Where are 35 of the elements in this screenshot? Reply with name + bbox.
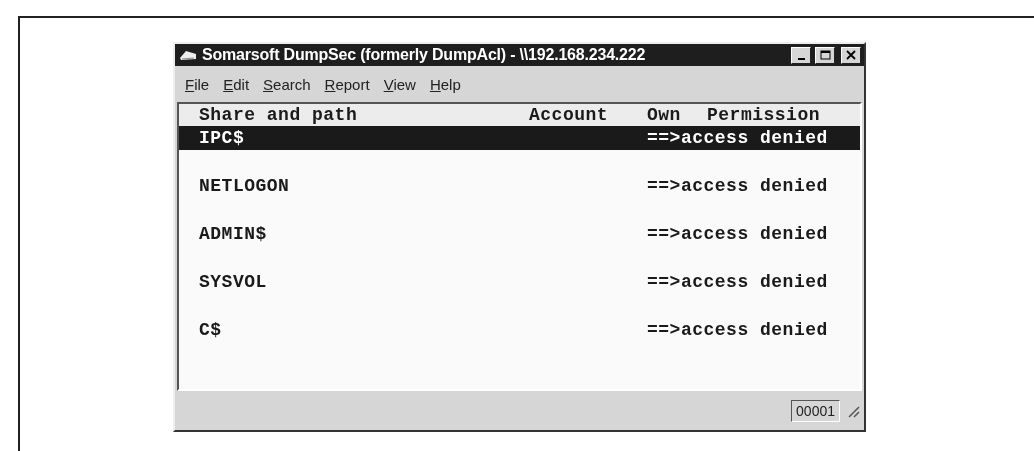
share-name: ADMIN$ — [199, 224, 268, 244]
share-row[interactable]: C$ ==>access denied — [179, 318, 860, 342]
column-header: Share and path — [199, 105, 359, 125]
maximize-button[interactable] — [815, 46, 835, 64]
permission-text: ==>access denied — [647, 272, 829, 292]
column-header: Permission — [707, 105, 822, 125]
share-row[interactable]: SYSVOL ==>access denied — [179, 270, 860, 294]
share-row[interactable]: IPC$ ==>access denied — [179, 126, 860, 150]
permission-text: ==>access denied — [647, 320, 829, 340]
column-header: Account — [529, 105, 610, 125]
menu-item[interactable]: File — [185, 75, 210, 93]
close-icon — [846, 50, 856, 60]
column-header: Own — [647, 105, 682, 125]
share-name: C$ — [199, 320, 223, 340]
menu-item[interactable]: Search — [263, 75, 311, 93]
minimize-button[interactable] — [791, 46, 811, 64]
permission-text: ==>access denied — [647, 176, 829, 196]
menu-item[interactable]: Edit — [223, 75, 250, 93]
share-name: NETLOGON — [199, 176, 291, 196]
permission-text: ==>access denied — [647, 128, 829, 148]
menu-item[interactable]: Help — [429, 75, 461, 93]
window-title: Somarsoft DumpSec (formerly DumpAcl) - \\192.168.234.222 — [202, 46, 647, 64]
close-button[interactable] — [841, 46, 861, 64]
menu-item[interactable]: View — [383, 75, 416, 93]
share-row[interactable]: NETLOGON ==>access denied — [179, 174, 860, 198]
maximize-icon — [819, 50, 831, 60]
minimize-icon — [797, 57, 805, 60]
share-name: SYSVOL — [199, 272, 268, 292]
app-icon — [178, 48, 198, 62]
share-row[interactable]: ADMIN$ ==>access denied — [179, 222, 860, 246]
share-name: IPC$ — [199, 128, 246, 148]
record-count: 00001 — [791, 399, 840, 422]
permission-text: ==>access denied — [647, 224, 829, 244]
resize-grip-icon — [846, 403, 860, 418]
menu-item[interactable]: Report — [324, 75, 370, 93]
